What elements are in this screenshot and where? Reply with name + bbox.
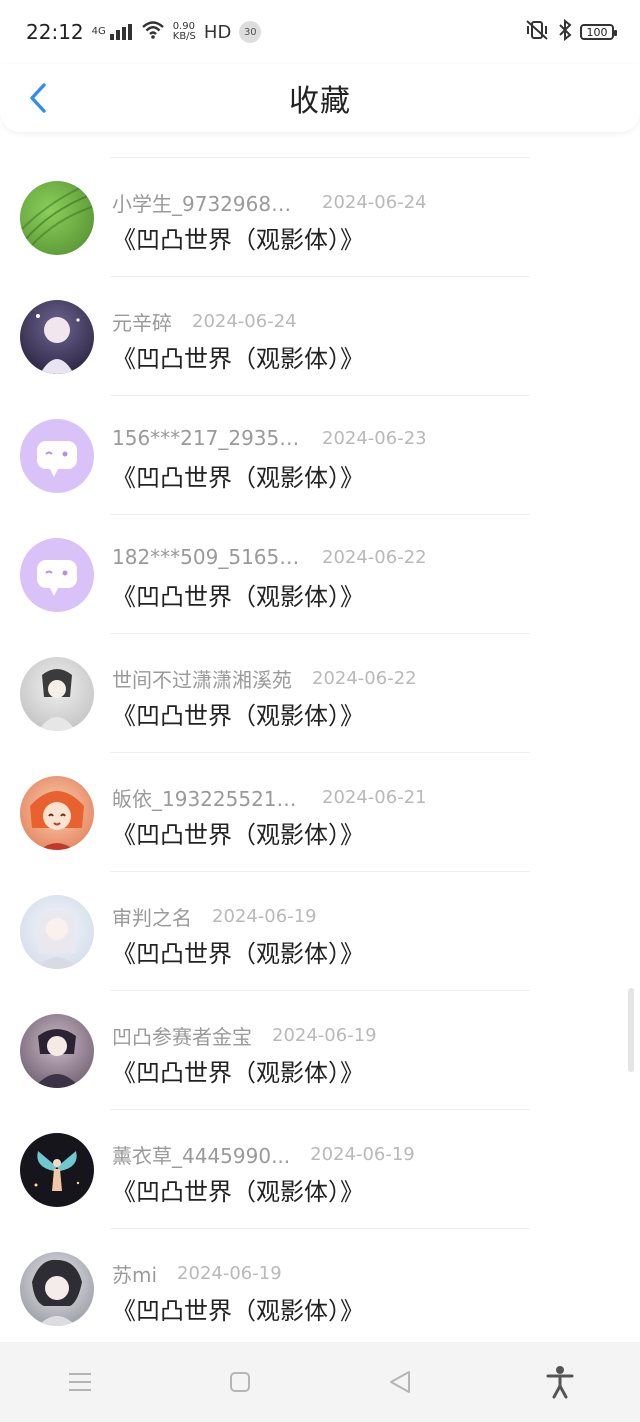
- avatar[interactable]: [20, 538, 94, 612]
- vibrate-icon: [524, 19, 550, 45]
- book-title[interactable]: 《凹凸世界（观影体）》: [112, 1172, 364, 1207]
- avatar[interactable]: [20, 181, 94, 255]
- list-item[interactable]: 元辛碎 2024-06-24 《凹凸世界（观影体）》: [0, 277, 640, 396]
- favorites-list[interactable]: 小学生_97329683... 2024-06-24 《凹凸世界（观影体）》 元…: [0, 132, 640, 1342]
- date: 2024-06-22: [322, 546, 427, 568]
- date: 2024-06-19: [272, 1025, 377, 1046]
- username[interactable]: 世间不过潇潇湘溪苑: [112, 664, 292, 693]
- list-item[interactable]: 182***509_51656... 2024-06-22 《凹凸世界（观影体）…: [0, 515, 640, 634]
- system-nav-bar: [0, 1342, 640, 1422]
- list-item[interactable]: 世间不过潇潇湘溪苑 2024-06-22 《凹凸世界（观影体）》: [0, 634, 640, 753]
- triangle-back-icon: [390, 1371, 410, 1393]
- list-item[interactable]: 薰衣草_4445990... 2024-06-19 《凹凸世界（观影体）》: [0, 1110, 640, 1229]
- hd-label: HD: [203, 21, 232, 43]
- avatar[interactable]: [20, 300, 94, 374]
- date: 2024-06-22: [312, 668, 417, 689]
- list-item[interactable]: 审判之名 2024-06-19 《凹凸世界（观影体）》: [0, 872, 640, 991]
- item-meta: 凹凸参赛者金宝 2024-06-19: [112, 1021, 377, 1050]
- status-left: 22:12 4G 0.90 KB/S HD 30: [26, 20, 262, 44]
- status-right: 100: [524, 18, 617, 45]
- avatar[interactable]: [20, 1014, 94, 1088]
- book-title[interactable]: 《凹凸世界（观影体）》: [112, 934, 364, 969]
- scrollbar[interactable]: [628, 988, 634, 1072]
- book-title[interactable]: 《凹凸世界（观影体）》: [112, 458, 364, 493]
- menu-icon: [69, 1373, 91, 1391]
- item-meta: 世间不过潇潇湘溪苑 2024-06-22: [112, 664, 417, 693]
- date: 2024-06-19: [310, 1144, 415, 1165]
- chevron-left-icon: [30, 83, 46, 113]
- username[interactable]: 156***217_29351...: [112, 426, 302, 450]
- item-meta: 182***509_51656... 2024-06-22: [112, 545, 427, 569]
- notification-badge: 30: [239, 21, 262, 43]
- item-meta: 元辛碎 2024-06-24: [112, 307, 297, 336]
- book-title[interactable]: 《凹凸世界（观影体）》: [112, 1053, 364, 1088]
- book-title[interactable]: 《凹凸世界（观影体）》: [112, 696, 364, 731]
- date: 2024-06-19: [212, 906, 317, 927]
- item-meta: 薰衣草_4445990... 2024-06-19: [112, 1140, 415, 1169]
- chat-bubble-icon: [37, 560, 77, 596]
- avatar[interactable]: [20, 895, 94, 969]
- username[interactable]: 审判之名: [112, 902, 192, 931]
- list-item[interactable]: 皈依_1932255213... 2024-06-21 《凹凸世界（观影体）》: [0, 753, 640, 872]
- username[interactable]: 薰衣草_4445990...: [112, 1140, 290, 1169]
- date: 2024-06-24: [192, 311, 297, 332]
- avatar[interactable]: [20, 657, 94, 731]
- book-title[interactable]: 《凹凸世界（观影体）》: [112, 339, 364, 374]
- date: 2024-06-24: [322, 192, 427, 213]
- page-title: 收藏: [289, 84, 351, 119]
- wifi-icon: [141, 20, 165, 44]
- net-speed: 0.90 KB/S: [172, 21, 196, 42]
- bluetooth-icon: [558, 18, 572, 45]
- username[interactable]: 皈依_1932255213...: [112, 783, 302, 812]
- list-item[interactable]: 凹凸参赛者金宝 2024-06-19 《凹凸世界（观影体）》: [0, 991, 640, 1110]
- home-button[interactable]: [210, 1352, 270, 1412]
- item-meta: 小学生_97329683... 2024-06-24: [112, 188, 427, 217]
- network-type: 4G: [91, 26, 106, 37]
- date: 2024-06-23: [322, 427, 427, 449]
- accessibility-icon: [546, 1366, 574, 1399]
- username[interactable]: 苏mi: [112, 1259, 157, 1288]
- book-title[interactable]: 《凹凸世界（观影体）》: [112, 815, 364, 850]
- clock: 22:12: [26, 20, 84, 44]
- status-bar: 22:12 4G 0.90 KB/S HD 30 100: [0, 0, 640, 64]
- back-nav-button[interactable]: [370, 1352, 430, 1412]
- avatar[interactable]: [20, 1133, 94, 1207]
- date: 2024-06-19: [177, 1263, 282, 1284]
- menu-button[interactable]: [50, 1352, 110, 1412]
- accessibility-button[interactable]: [530, 1352, 590, 1412]
- signal-icon: 4G: [92, 23, 133, 41]
- battery-icon: 100: [580, 24, 617, 40]
- back-button[interactable]: [16, 76, 60, 120]
- list-item[interactable]: 156***217_29351... 2024-06-23 《凹凸世界（观影体）…: [0, 396, 640, 515]
- chat-bubble-icon: [37, 441, 77, 477]
- avatar[interactable]: [20, 1252, 94, 1326]
- avatar[interactable]: [20, 419, 94, 493]
- list-item[interactable]: 小学生_97329683... 2024-06-24 《凹凸世界（观影体）》: [0, 158, 640, 277]
- avatar[interactable]: [20, 776, 94, 850]
- date: 2024-06-21: [322, 787, 427, 808]
- book-title[interactable]: 《凹凸世界（观影体）》: [112, 577, 364, 612]
- item-meta: 156***217_29351... 2024-06-23: [112, 426, 427, 450]
- username[interactable]: 元辛碎: [112, 307, 172, 336]
- square-icon: [230, 1372, 250, 1392]
- book-title[interactable]: 《凹凸世界（观影体）》: [112, 1291, 364, 1326]
- book-title[interactable]: 《凹凸世界（观影体）》: [112, 220, 364, 255]
- item-meta: 苏mi 2024-06-19: [112, 1259, 282, 1288]
- username[interactable]: 182***509_51656...: [112, 545, 302, 569]
- item-meta: 审判之名 2024-06-19: [112, 902, 317, 931]
- username[interactable]: 凹凸参赛者金宝: [112, 1021, 252, 1050]
- username[interactable]: 小学生_97329683...: [112, 188, 302, 217]
- list-item[interactable]: 苏mi 2024-06-19 《凹凸世界（观影体）》: [0, 1229, 640, 1342]
- item-meta: 皈依_1932255213... 2024-06-21: [112, 783, 427, 812]
- title-bar: 收藏: [0, 64, 640, 132]
